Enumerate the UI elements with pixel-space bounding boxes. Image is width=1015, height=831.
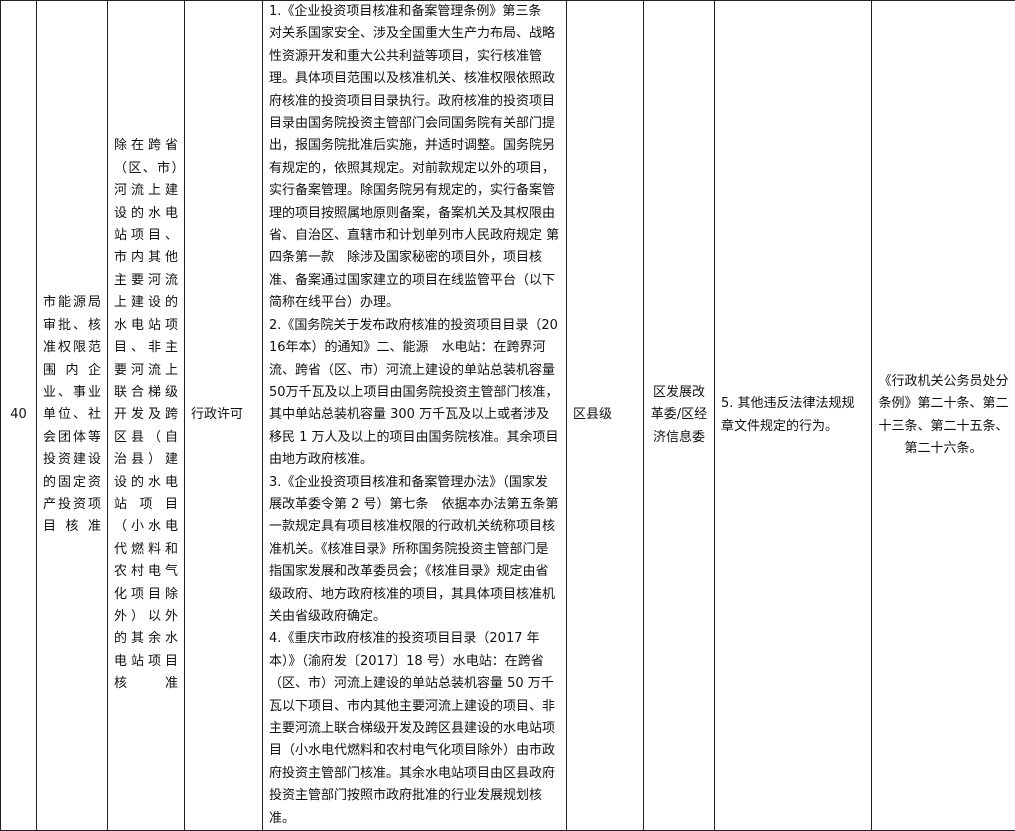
power-type: 行政许可 [191, 407, 243, 422]
liability-law: 《行政机关公务员处分条例》第二十条、第二十三条、第二十五条、第二十六条。 [878, 374, 1008, 456]
basis-paragraph-2: 2.《国务院关于发布政府核准的投资项目目录（2016年本）的通知》二、能源 水电… [269, 315, 560, 472]
item-name: 市能源局审批、核准权限范围内企业、事业单位、社会团体等投资建设的固定资产投资项目… [43, 295, 101, 534]
liability-law-cell: 《行政机关公务员处分条例》第二十条、第二十三条、第二十五条、第二十六条。 [872, 1, 1015, 831]
row-number: 40 [10, 407, 27, 422]
row-number-cell: 40 [1, 1, 37, 831]
basis-paragraph-4: 4.《重庆市政府核准的投资项目目录（2017 年本）》（渝府发〔2017〕18 … [269, 628, 560, 830]
basis-paragraph-3: 3.《企业投资项目核准和备案管理办法》（国家发展改革委令第 2 号）第七条 依据… [269, 472, 560, 629]
level: 区县级 [573, 407, 612, 422]
level-cell: 区县级 [567, 1, 644, 831]
item-name-cell: 市能源局审批、核准权限范围内企业、事业单位、社会团体等投资建设的固定资产投资项目… [37, 1, 108, 831]
liability-condition-cell: 5. 其他违反法律法规规章文件规定的行为。 [715, 1, 872, 831]
table-row: 40 市能源局审批、核准权限范围内企业、事业单位、社会团体等投资建设的固定资产投… [1, 1, 1015, 831]
department: 区发展改革委/区经济信息委 [651, 385, 707, 445]
legal-basis-cell: 1.《企业投资项目核准和备案管理条例》第三条 对关系国家安全、涉及全国重大生产力… [263, 1, 567, 831]
liability-condition: 5. 其他违反法律法规规章文件规定的行为。 [721, 396, 855, 433]
sub-item: 除在跨省（区、市）河流上建设的水电站项目、市内其他主要河流上建设的水电站项目、非… [114, 138, 178, 691]
power-type-cell: 行政许可 [185, 1, 263, 831]
sub-item-cell: 除在跨省（区、市）河流上建设的水电站项目、市内其他主要河流上建设的水电站项目、非… [108, 1, 185, 831]
department-cell: 区发展改革委/区经济信息委 [644, 1, 715, 831]
power-list-table: 40 市能源局审批、核准权限范围内企业、事业单位、社会团体等投资建设的固定资产投… [0, 0, 1015, 831]
basis-paragraph-1: 1.《企业投资项目核准和备案管理条例》第三条 对关系国家安全、涉及全国重大生产力… [269, 1, 560, 315]
